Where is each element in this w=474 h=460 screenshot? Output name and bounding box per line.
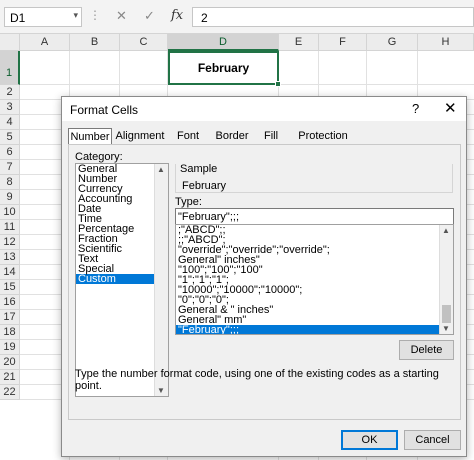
column-header-g[interactable]: G: [367, 34, 418, 51]
sample-value: February: [182, 180, 227, 192]
row-header-12[interactable]: 12: [0, 235, 20, 250]
scroll-up-icon[interactable]: ▲: [442, 226, 450, 235]
column-header-e[interactable]: E: [279, 34, 319, 51]
row-header-8[interactable]: 8: [0, 175, 20, 190]
row-header-7[interactable]: 7: [0, 160, 20, 175]
format-cells-dialog: Format Cells ? ✕ Number Alignment Font B…: [61, 96, 467, 457]
dialog-title: Format Cells: [70, 103, 139, 117]
formula-bar-grip-icon: ⋮: [89, 8, 101, 22]
row-header-4[interactable]: 4: [0, 115, 20, 130]
formula-bar: D1 ▾ ⋮ ✕ ✓ fx 2: [0, 0, 474, 34]
tab-number[interactable]: Number: [68, 128, 112, 145]
row-header-3[interactable]: 3: [0, 100, 20, 115]
row-header-19[interactable]: 19: [0, 340, 20, 355]
format-list-scrollbar[interactable]: ▲ ▼: [439, 225, 453, 334]
active-cell-value: February: [197, 61, 250, 75]
cancel-icon[interactable]: ✕: [116, 8, 127, 24]
row-header-2[interactable]: 2: [0, 85, 20, 100]
formula-input[interactable]: 2: [192, 7, 474, 27]
type-label: Type:: [175, 196, 202, 208]
help-icon[interactable]: ?: [412, 101, 419, 116]
category-list[interactable]: General Number Currency Accounting Date …: [75, 163, 169, 397]
row-header-18[interactable]: 18: [0, 325, 20, 340]
column-header-f[interactable]: F: [319, 34, 367, 51]
tab-border[interactable]: Border: [214, 128, 250, 145]
category-scrollbar[interactable]: ▲ ▼: [154, 164, 168, 396]
column-header-a[interactable]: A: [20, 34, 70, 51]
name-box[interactable]: D1 ▾: [4, 7, 82, 27]
column-header-h[interactable]: H: [418, 34, 474, 51]
type-input[interactable]: "February";;;: [175, 208, 454, 225]
row-header-9[interactable]: 9: [0, 190, 20, 205]
scroll-up-icon[interactable]: ▲: [157, 165, 165, 174]
scroll-down-icon[interactable]: ▼: [442, 324, 450, 333]
cancel-button[interactable]: Cancel: [404, 430, 461, 450]
row-header-22[interactable]: 22: [0, 385, 20, 400]
column-header-b[interactable]: B: [70, 34, 120, 51]
insert-function-icon[interactable]: fx: [171, 8, 183, 23]
tab-fill[interactable]: Fill: [260, 128, 282, 145]
category-label: Category:: [75, 151, 123, 163]
format-code-list[interactable]: ;"ABCD";; ;;"ABCD"; "override";"override…: [175, 224, 454, 335]
row-header-14[interactable]: 14: [0, 265, 20, 280]
category-item-custom[interactable]: Custom: [76, 274, 154, 285]
row-header-5[interactable]: 5: [0, 130, 20, 145]
delete-button[interactable]: Delete: [399, 340, 454, 360]
row-header-10[interactable]: 10: [0, 205, 20, 220]
dialog-title-bar[interactable]: Format Cells ? ✕: [62, 97, 466, 121]
row-header-13[interactable]: 13: [0, 250, 20, 265]
row-header-20[interactable]: 20: [0, 355, 20, 370]
row-header-6[interactable]: 6: [0, 145, 20, 160]
select-all-corner[interactable]: [0, 34, 20, 51]
column-header-d[interactable]: D: [168, 34, 279, 51]
tab-protection[interactable]: Protection: [297, 128, 349, 145]
fill-handle[interactable]: [275, 81, 281, 87]
column-header-c[interactable]: C: [120, 34, 168, 51]
format-description: Type the number format code, using one o…: [75, 368, 439, 392]
scrollbar-thumb[interactable]: [442, 305, 451, 323]
row-header-21[interactable]: 21: [0, 370, 20, 385]
row-header-15[interactable]: 15: [0, 280, 20, 295]
format-item-selected[interactable]: "February";;;: [176, 325, 439, 334]
enter-icon[interactable]: ✓: [144, 8, 155, 24]
close-icon[interactable]: ✕: [444, 99, 457, 117]
tab-font[interactable]: Font: [173, 128, 203, 145]
tab-alignment[interactable]: Alignment: [114, 128, 166, 145]
active-cell-d1[interactable]: February: [168, 51, 281, 87]
row-header-16[interactable]: 16: [0, 295, 20, 310]
name-box-value: D1: [10, 11, 26, 25]
row-header-17[interactable]: 17: [0, 310, 20, 325]
row-header-1[interactable]: 1: [0, 51, 20, 85]
ok-button[interactable]: OK: [341, 430, 398, 450]
chevron-down-icon[interactable]: ▾: [73, 10, 78, 21]
row-header-11[interactable]: 11: [0, 220, 20, 235]
